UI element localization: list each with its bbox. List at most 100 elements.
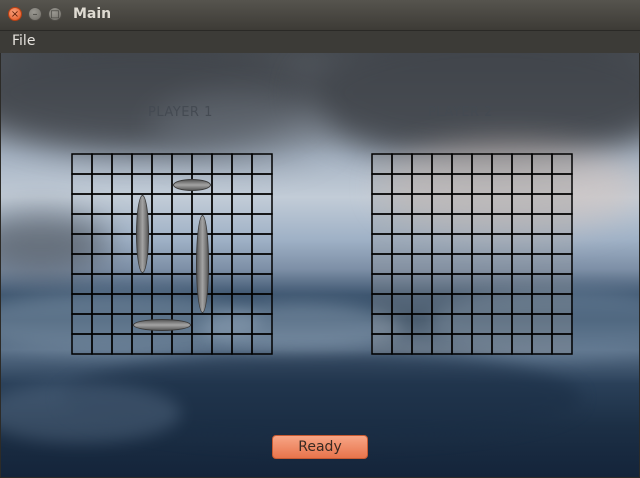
player2-cell[interactable] <box>511 233 533 255</box>
player1-cell[interactable] <box>91 193 113 215</box>
player2-cell[interactable] <box>451 293 473 315</box>
player1-cell[interactable] <box>211 333 233 355</box>
player2-cell[interactable] <box>531 153 553 175</box>
player2-cell[interactable] <box>511 193 533 215</box>
ship-icon[interactable] <box>173 179 211 191</box>
player1-cell[interactable] <box>111 213 133 235</box>
player2-cell[interactable] <box>471 293 493 315</box>
player2-cell[interactable] <box>451 173 473 195</box>
player1-cell[interactable] <box>171 253 193 275</box>
player1-cell[interactable] <box>91 253 113 275</box>
player2-cell[interactable] <box>491 333 513 355</box>
player2-cell[interactable] <box>471 273 493 295</box>
ready-button[interactable]: Ready <box>272 435 368 459</box>
player2-cell[interactable] <box>431 313 453 335</box>
player1-cell[interactable] <box>71 293 93 315</box>
ship-icon[interactable] <box>136 195 149 273</box>
player2-cell[interactable] <box>391 173 413 195</box>
player1-cell[interactable] <box>151 293 173 315</box>
player2-cell[interactable] <box>391 313 413 335</box>
player2-cell[interactable] <box>411 253 433 275</box>
player1-cell[interactable] <box>91 333 113 355</box>
player2-cell[interactable] <box>491 253 513 275</box>
player2-cell[interactable] <box>411 293 433 315</box>
player2-cell[interactable] <box>511 273 533 295</box>
player1-cell[interactable] <box>91 213 113 235</box>
player1-cell[interactable] <box>191 333 213 355</box>
player2-cell[interactable] <box>431 253 453 275</box>
player2-cell[interactable] <box>471 233 493 255</box>
player2-cell[interactable] <box>551 213 573 235</box>
player2-cell[interactable] <box>471 173 493 195</box>
player1-cell[interactable] <box>91 153 113 175</box>
player1-cell[interactable] <box>231 153 253 175</box>
player1-cell[interactable] <box>251 333 273 355</box>
player1-cell[interactable] <box>111 273 133 295</box>
player2-cell[interactable] <box>491 233 513 255</box>
ship-icon[interactable] <box>133 319 191 331</box>
player1-cell[interactable] <box>171 233 193 255</box>
player2-cell[interactable] <box>431 333 453 355</box>
player2-cell[interactable] <box>371 153 393 175</box>
player1-cell[interactable] <box>151 253 173 275</box>
player1-cell[interactable] <box>251 173 273 195</box>
player2-cell[interactable] <box>391 233 413 255</box>
player2-cell[interactable] <box>391 273 413 295</box>
player2-cell[interactable] <box>451 193 473 215</box>
player2-cell[interactable] <box>531 253 553 275</box>
player2-cell[interactable] <box>511 253 533 275</box>
player1-cell[interactable] <box>211 213 233 235</box>
player1-cell[interactable] <box>71 213 93 235</box>
player2-cell[interactable] <box>531 313 553 335</box>
player2-cell[interactable] <box>511 173 533 195</box>
player2-cell[interactable] <box>371 173 393 195</box>
player1-cell[interactable] <box>91 293 113 315</box>
player1-cell[interactable] <box>111 333 133 355</box>
player2-cell[interactable] <box>491 313 513 335</box>
player1-cell[interactable] <box>251 273 273 295</box>
player1-cell[interactable] <box>71 153 93 175</box>
player2-cell[interactable] <box>471 333 493 355</box>
player2-cell[interactable] <box>431 153 453 175</box>
player1-cell[interactable] <box>251 313 273 335</box>
player1-cell[interactable] <box>91 313 113 335</box>
player2-cell[interactable] <box>551 293 573 315</box>
player1-cell[interactable] <box>211 233 233 255</box>
player2-cell[interactable] <box>491 273 513 295</box>
player2-cell[interactable] <box>431 213 453 235</box>
player2-board[interactable] <box>371 153 573 355</box>
ship-icon[interactable] <box>196 215 209 313</box>
player1-cell[interactable] <box>151 213 173 235</box>
player1-cell[interactable] <box>171 273 193 295</box>
player1-cell[interactable] <box>111 293 133 315</box>
player1-cell[interactable] <box>171 213 193 235</box>
player2-cell[interactable] <box>551 313 573 335</box>
player2-cell[interactable] <box>411 313 433 335</box>
player1-cell[interactable] <box>231 313 253 335</box>
player2-cell[interactable] <box>491 173 513 195</box>
player1-cell[interactable] <box>251 213 273 235</box>
player2-cell[interactable] <box>411 173 433 195</box>
player1-cell[interactable] <box>191 313 213 335</box>
player2-cell[interactable] <box>471 213 493 235</box>
player2-cell[interactable] <box>531 273 553 295</box>
player2-cell[interactable] <box>551 253 573 275</box>
player2-cell[interactable] <box>391 333 413 355</box>
player1-cell[interactable] <box>211 153 233 175</box>
player2-cell[interactable] <box>471 313 493 335</box>
player1-cell[interactable] <box>231 213 253 235</box>
player1-cell[interactable] <box>211 193 233 215</box>
player2-cell[interactable] <box>391 253 413 275</box>
player1-cell[interactable] <box>151 193 173 215</box>
player2-cell[interactable] <box>491 293 513 315</box>
player1-cell[interactable] <box>251 253 273 275</box>
player2-cell[interactable] <box>471 153 493 175</box>
minimize-window-button[interactable]: – <box>28 7 42 21</box>
player2-cell[interactable] <box>431 193 453 215</box>
player1-cell[interactable] <box>231 193 253 215</box>
player1-cell[interactable] <box>151 233 173 255</box>
player2-cell[interactable] <box>371 273 393 295</box>
player2-cell[interactable] <box>491 153 513 175</box>
menu-file[interactable]: File <box>12 33 35 49</box>
player1-cell[interactable] <box>131 173 153 195</box>
